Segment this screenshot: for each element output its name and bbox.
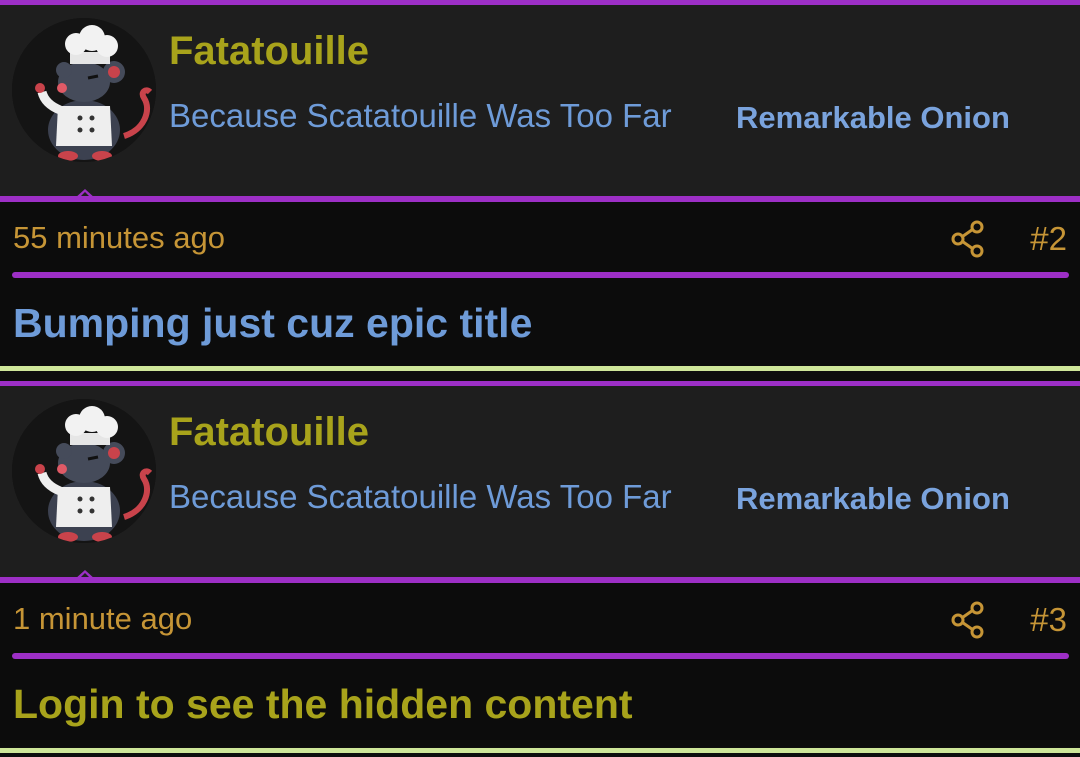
post-content: Bumping just cuz epic title	[13, 300, 533, 346]
post-bottom-border	[0, 366, 1080, 371]
meta-divider	[12, 653, 1069, 659]
author-title: Because Scatatouille Was Too Far	[169, 478, 672, 515]
post-body: 1 minute ago #3 Login to see the hidden …	[0, 583, 1080, 747]
post-content[interactable]: Login to see the hidden content	[13, 681, 633, 728]
chef-rat-avatar[interactable]	[12, 399, 156, 543]
author-name[interactable]: Fatatouille	[169, 410, 369, 455]
post: Fatatouille Because Scatatouille Was Too…	[0, 0, 1080, 371]
post-author-header: Fatatouille Because Scatatouille Was Too…	[0, 5, 1080, 200]
meta-divider	[12, 272, 1069, 278]
post-bottom-border	[0, 748, 1080, 753]
post-timestamp[interactable]: 1 minute ago	[13, 601, 192, 637]
post-number-link[interactable]: #2	[1030, 220, 1067, 258]
share-icon[interactable]	[950, 601, 986, 639]
author-rank-badge: Remarkable Onion	[736, 100, 1010, 135]
post: Fatatouille Because Scatatouille Was Too…	[0, 381, 1080, 757]
share-icon[interactable]	[950, 220, 986, 258]
post-number-link[interactable]: #3	[1030, 601, 1067, 639]
post-author-header: Fatatouille Because Scatatouille Was Too…	[0, 386, 1080, 581]
post-timestamp[interactable]: 55 minutes ago	[13, 220, 225, 256]
post-body: 55 minutes ago #2 Bumping just cuz epic …	[0, 202, 1080, 366]
author-title: Because Scatatouille Was Too Far	[169, 97, 672, 134]
author-rank-badge: Remarkable Onion	[736, 481, 1010, 516]
author-name[interactable]: Fatatouille	[169, 29, 369, 74]
chef-rat-avatar[interactable]	[12, 18, 156, 162]
